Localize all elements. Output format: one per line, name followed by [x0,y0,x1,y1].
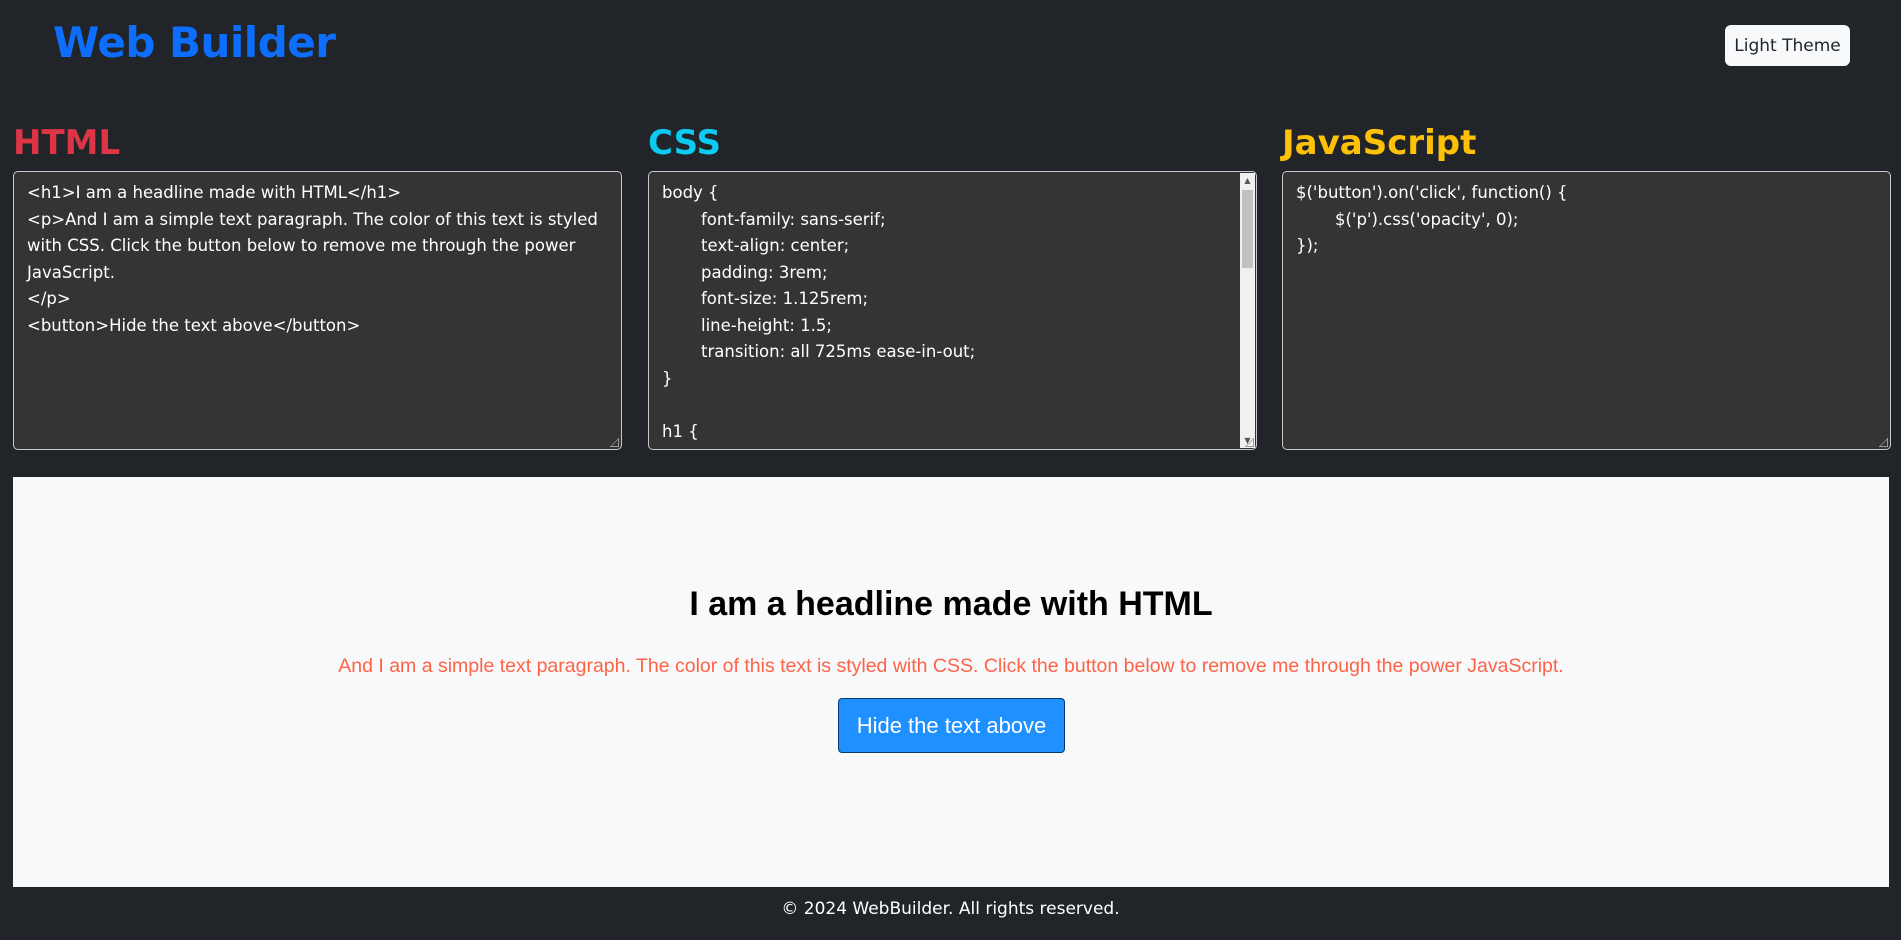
html-editor-pane: HTML <h1>I am a headline made with HTML<… [13,120,622,450]
css-editor-pane: CSS body { font-family: sans-serif; text… [648,120,1257,450]
js-editor-title: JavaScript [1282,123,1477,163]
html-code-textarea[interactable]: <h1>I am a headline made with HTML</h1> … [13,171,622,450]
code-line: body { [662,183,719,202]
code-line: padding: 3rem; [701,262,828,282]
code-line: <button>Hide the text above</button> [27,315,361,335]
light-theme-button[interactable]: Light Theme [1725,25,1850,66]
footer-copyright: © 2024 WebBuilder. All rights reserved. [781,899,1120,919]
scroll-up-arrow-icon[interactable]: ▲ [1240,173,1255,188]
code-line: h1 { [662,421,699,441]
hide-text-button[interactable]: Hide the text above [838,698,1065,753]
preview-headline: I am a headline made with HTML [689,585,1213,623]
js-editor-pane: JavaScript $('button').on('click', funct… [1282,120,1891,450]
resize-handle-icon[interactable] [610,438,619,447]
live-preview-frame: I am a headline made with HTML And I am … [13,477,1889,887]
header: Web Builder Light Theme [0,0,1901,90]
code-line: } [662,368,673,388]
html-editor-title: HTML [13,123,121,163]
code-line: font-size: 1.125rem; [701,289,869,308]
code-line: $('p').css('opacity', 0); [1335,209,1519,229]
resize-handle-icon[interactable] [1879,438,1888,447]
editor-scrollbar[interactable]: ▲ ▼ [1240,173,1255,448]
code-line: <p>And I am a simple text paragraph. The… [27,209,604,282]
code-line: transition: all 725ms ease-in-out; [701,342,976,361]
css-editor-title: CSS [648,123,722,163]
code-line: font-family: sans-serif; [701,209,886,229]
code-line: line-height: 1.5; [701,315,832,335]
resize-handle-icon[interactable] [1245,438,1254,447]
js-code-textarea[interactable]: $('button').on('click', function() { $('… [1282,171,1891,450]
code-line: <h1>I am a headline made with HTML</h1> [27,183,402,202]
css-code-textarea[interactable]: body { font-family: sans-serif; text-ali… [648,171,1257,450]
preview-paragraph: And I am a simple text paragraph. The co… [338,655,1564,677]
code-line: }); [1296,236,1319,255]
code-line: text-align: center; [701,236,850,255]
code-line: </p> [27,289,71,308]
scrollbar-thumb[interactable] [1242,190,1253,268]
code-line: $('button').on('click', function() { [1296,183,1568,202]
brand-title: Web Builder [53,18,336,67]
